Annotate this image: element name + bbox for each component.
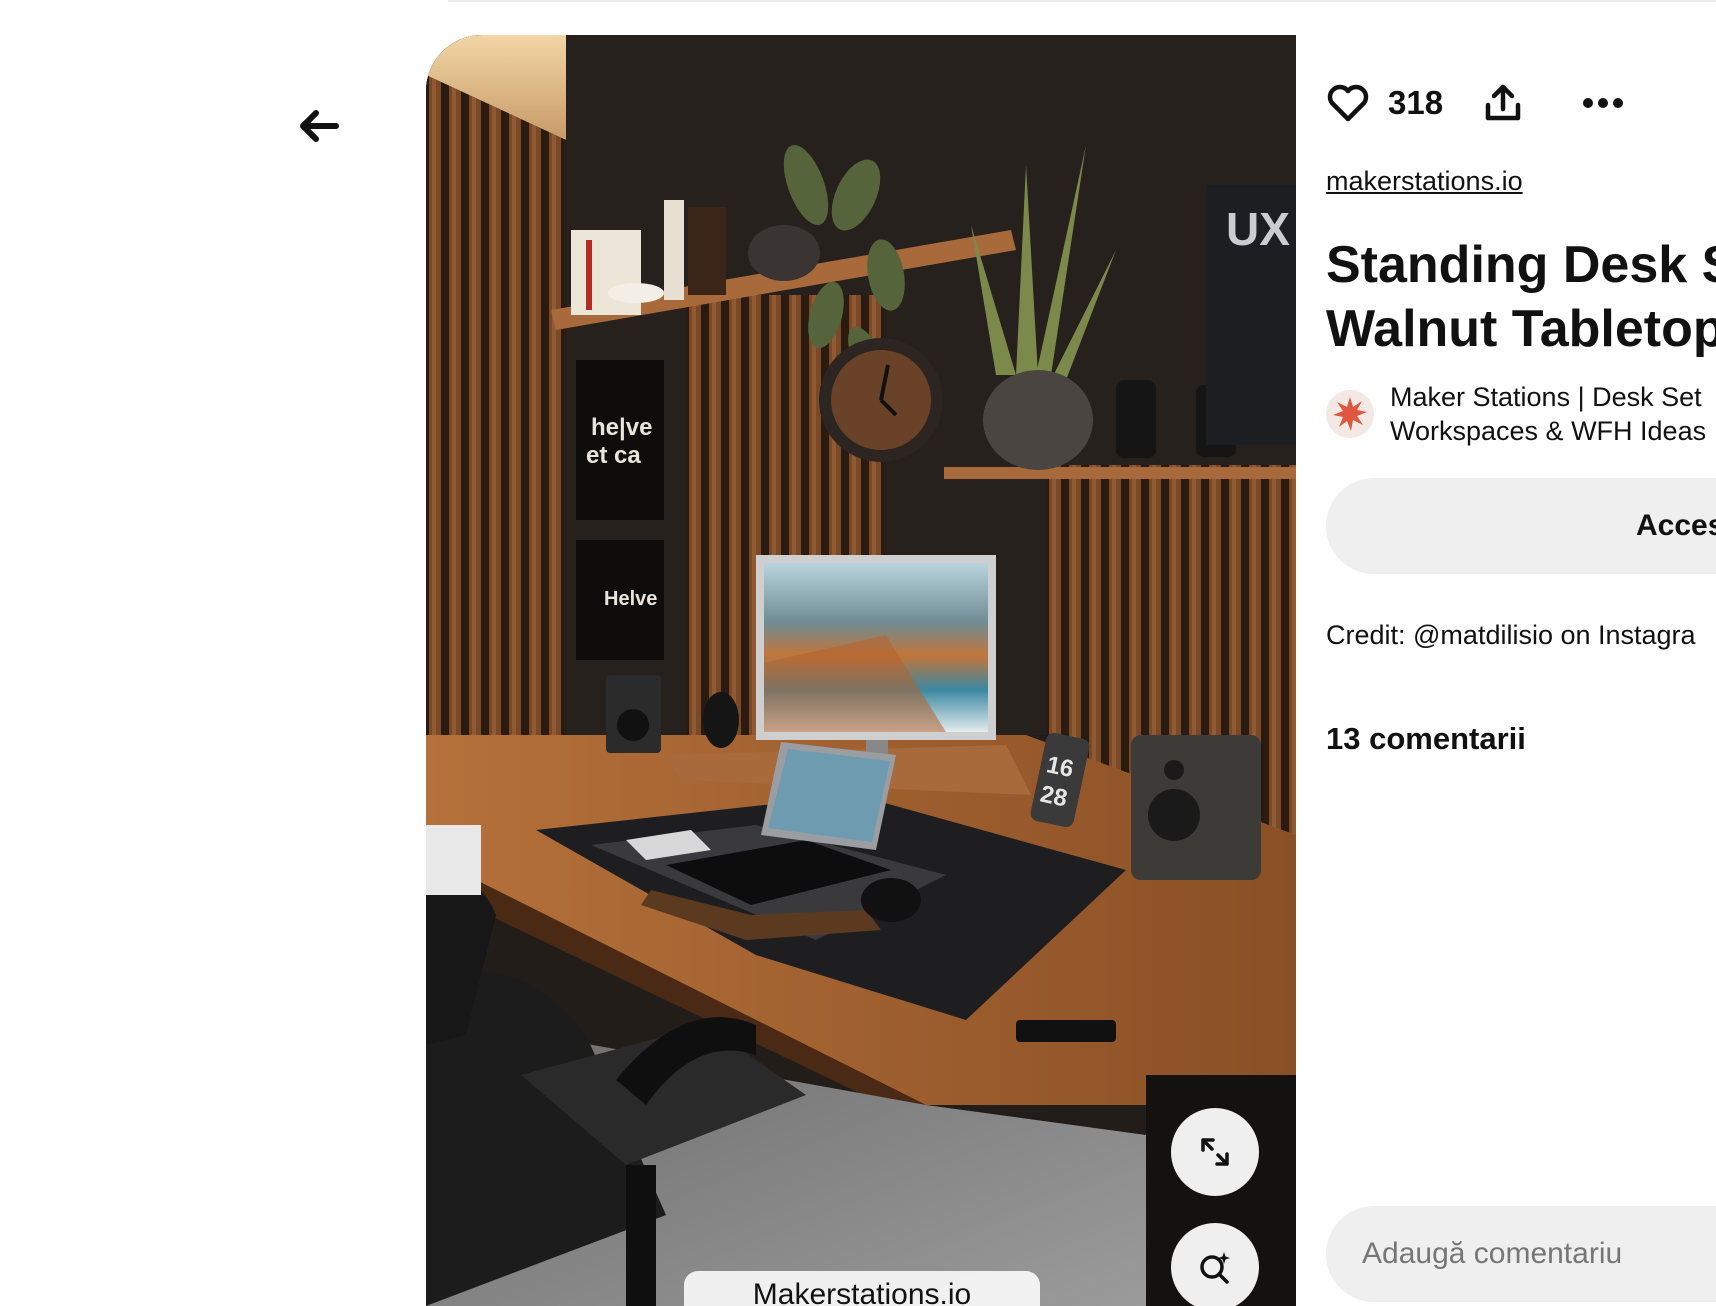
svg-text:he|ve: he|ve (591, 414, 652, 441)
creator-info[interactable]: Maker Stations | Desk Set Workspaces & W… (1326, 380, 1706, 448)
more-options-button[interactable] (1581, 96, 1625, 110)
pin-card: he|ve et ca Helve UX 16 28 Makerstations… (426, 35, 1716, 1306)
pin-description: Credit: @matdilisio on Instagra (1326, 620, 1696, 650)
creator-name[interactable]: Maker Stations | Desk Set Workspaces & W… (1390, 380, 1706, 448)
pin-title-line-2: Walnut Tabletop (1326, 300, 1716, 358)
visual-search-icon (1200, 1252, 1230, 1284)
back-button[interactable] (290, 96, 350, 156)
comment-input[interactable] (1326, 1206, 1716, 1302)
expand-button[interactable] (1171, 1108, 1259, 1196)
desk-setup-photo: he|ve et ca Helve UX 16 28 (426, 35, 1296, 1306)
header-divider (448, 0, 1716, 2)
creator-name-line-2: Workspaces & WFH Ideas (1390, 416, 1707, 446)
pin-title-line-1: Standing Desk S (1326, 236, 1716, 294)
pin-title: Standing Desk S Walnut Tabletop (1326, 233, 1716, 361)
ellipsis-icon (1583, 98, 1624, 108)
visual-search-button[interactable] (1171, 1223, 1259, 1306)
avatar[interactable] (1326, 390, 1374, 438)
pin-actions: 318 (1326, 75, 1625, 131)
svg-text:16: 16 (1044, 751, 1076, 783)
access-button-label: Acces (1636, 509, 1716, 542)
comments-heading[interactable]: 13 comentarii (1326, 721, 1526, 757)
svg-text:28: 28 (1038, 781, 1070, 813)
share-icon (1485, 84, 1521, 121)
access-button[interactable]: Acces (1326, 478, 1716, 574)
starburst-icon (1333, 397, 1367, 431)
source-link[interactable]: makerstations.io (1326, 166, 1523, 197)
arrow-left-icon (300, 110, 339, 142)
heart-icon (1327, 84, 1369, 122)
like-button[interactable] (1326, 83, 1370, 123)
expand-icon (1201, 1138, 1229, 1166)
svg-text:Helve: Helve (604, 588, 657, 610)
svg-text:et ca: et ca (586, 442, 641, 469)
image-source-caption[interactable]: Makerstations.io (684, 1271, 1040, 1306)
pin-image[interactable]: he|ve et ca Helve UX 16 28 Makerstations… (426, 35, 1296, 1306)
share-button[interactable] (1483, 83, 1523, 123)
pin-details-panel: 318 makerstations.io Standing Desk S Wal… (1296, 35, 1716, 1306)
svg-text:UX: UX (1226, 203, 1290, 255)
like-count: 318 (1388, 84, 1444, 121)
creator-name-line-1: Maker Stations | Desk Set (1390, 382, 1702, 412)
